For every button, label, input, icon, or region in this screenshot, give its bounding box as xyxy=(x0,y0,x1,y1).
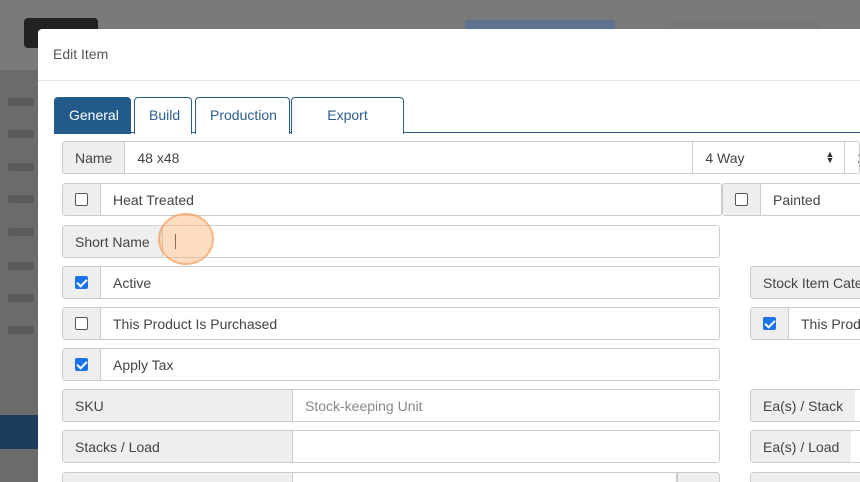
ea-stack-row: Ea(s) / Stack xyxy=(750,389,860,422)
background-sidebar-item xyxy=(8,98,34,106)
product-right-checkbox-wrap[interactable] xyxy=(751,308,789,339)
purchased-checkbox[interactable] xyxy=(75,317,88,330)
sku-input[interactable]: Stock-keeping Unit xyxy=(293,390,719,421)
apply-tax-checkbox[interactable] xyxy=(75,358,88,371)
next-row-right xyxy=(750,472,860,482)
extra-input[interactable]: 2 xyxy=(845,142,859,173)
painted-checkbox[interactable] xyxy=(735,193,748,206)
active-label: Active xyxy=(113,274,152,291)
next-row-right-label xyxy=(751,473,860,482)
background-sidebar-item xyxy=(8,195,34,203)
tab-bar: General Build Production Export Config xyxy=(54,97,860,158)
tab-export-config[interactable]: Export Config xyxy=(291,97,404,158)
background-sidebar-item xyxy=(8,262,34,270)
type-select[interactable]: 4 Way ▲ ▼ xyxy=(693,142,846,173)
text-cursor xyxy=(174,234,176,249)
product-right-checkbox[interactable] xyxy=(763,317,776,330)
short-name-row: Short Name xyxy=(62,225,720,258)
background-sidebar-item xyxy=(8,228,34,236)
next-row-addon xyxy=(677,473,719,482)
apply-tax-label: Apply Tax xyxy=(113,356,174,373)
name-input[interactable]: 48 x48 xyxy=(125,142,694,173)
stock-item-category-row: Stock Item Categ xyxy=(750,266,860,299)
modal-title: Edit Item xyxy=(53,46,109,62)
sku-label: SKU xyxy=(63,390,293,421)
edit-item-modal: Edit Item General Build Production Expor… xyxy=(38,29,860,482)
background-sidebar xyxy=(0,70,40,482)
heat-treated-label: Heat Treated xyxy=(113,191,194,208)
name-row: Name 48 x48 4 Way ▲▼ 2 xyxy=(62,141,860,174)
background-sidebar-item xyxy=(8,294,34,302)
product-right-row: This Produ xyxy=(750,307,860,340)
background-sidebar-item xyxy=(8,130,34,138)
purchased-label: This Product Is Purchased xyxy=(113,315,278,332)
next-row-label xyxy=(63,473,293,482)
heat-treated-row: Heat Treated xyxy=(62,183,722,216)
short-name-label: Short Name xyxy=(63,226,163,257)
stock-item-category-label: Stock Item Categ xyxy=(751,267,860,298)
ea-load-row: Ea(s) / Load xyxy=(750,430,860,463)
tab-build[interactable]: Build xyxy=(134,97,192,134)
stacks-load-row: Stacks / Load xyxy=(62,430,720,463)
purchased-checkbox-wrap[interactable] xyxy=(63,308,101,339)
apply-tax-row: Apply Tax xyxy=(62,348,720,381)
active-row: Active xyxy=(62,266,720,299)
stacks-load-label: Stacks / Load xyxy=(63,431,293,462)
purchased-row: This Product Is Purchased xyxy=(62,307,720,340)
select-caret-icon: ▲ ▼ xyxy=(825,149,835,165)
apply-tax-checkbox-wrap[interactable] xyxy=(63,349,101,380)
next-row xyxy=(62,472,720,482)
product-right-label: This Produ xyxy=(801,315,860,332)
stacks-load-input[interactable] xyxy=(293,431,719,462)
background-sidebar-active-item xyxy=(0,415,40,449)
background-sidebar-item xyxy=(8,163,34,171)
active-checkbox-wrap[interactable] xyxy=(63,267,101,298)
tab-production[interactable]: Production xyxy=(195,97,290,134)
painted-checkbox-wrap[interactable] xyxy=(723,184,761,215)
active-checkbox[interactable] xyxy=(75,276,88,289)
painted-label: Painted xyxy=(773,191,821,208)
short-name-input[interactable] xyxy=(163,226,719,257)
background-sidebar-item xyxy=(8,326,34,334)
modal-header: Edit Item xyxy=(38,29,860,81)
type-select-value: 4 Way xyxy=(705,149,745,166)
ea-load-label: Ea(s) / Load xyxy=(751,431,852,462)
painted-row: Painted xyxy=(722,183,860,216)
tab-general[interactable]: General xyxy=(54,97,131,134)
sku-row: SKU Stock-keeping Unit xyxy=(62,389,720,422)
heat-treated-checkbox[interactable] xyxy=(75,193,88,206)
next-row-input[interactable] xyxy=(293,473,677,482)
ea-stack-label: Ea(s) / Stack xyxy=(751,390,856,421)
name-label: Name xyxy=(63,142,126,173)
heat-treated-checkbox-wrap[interactable] xyxy=(63,184,101,215)
